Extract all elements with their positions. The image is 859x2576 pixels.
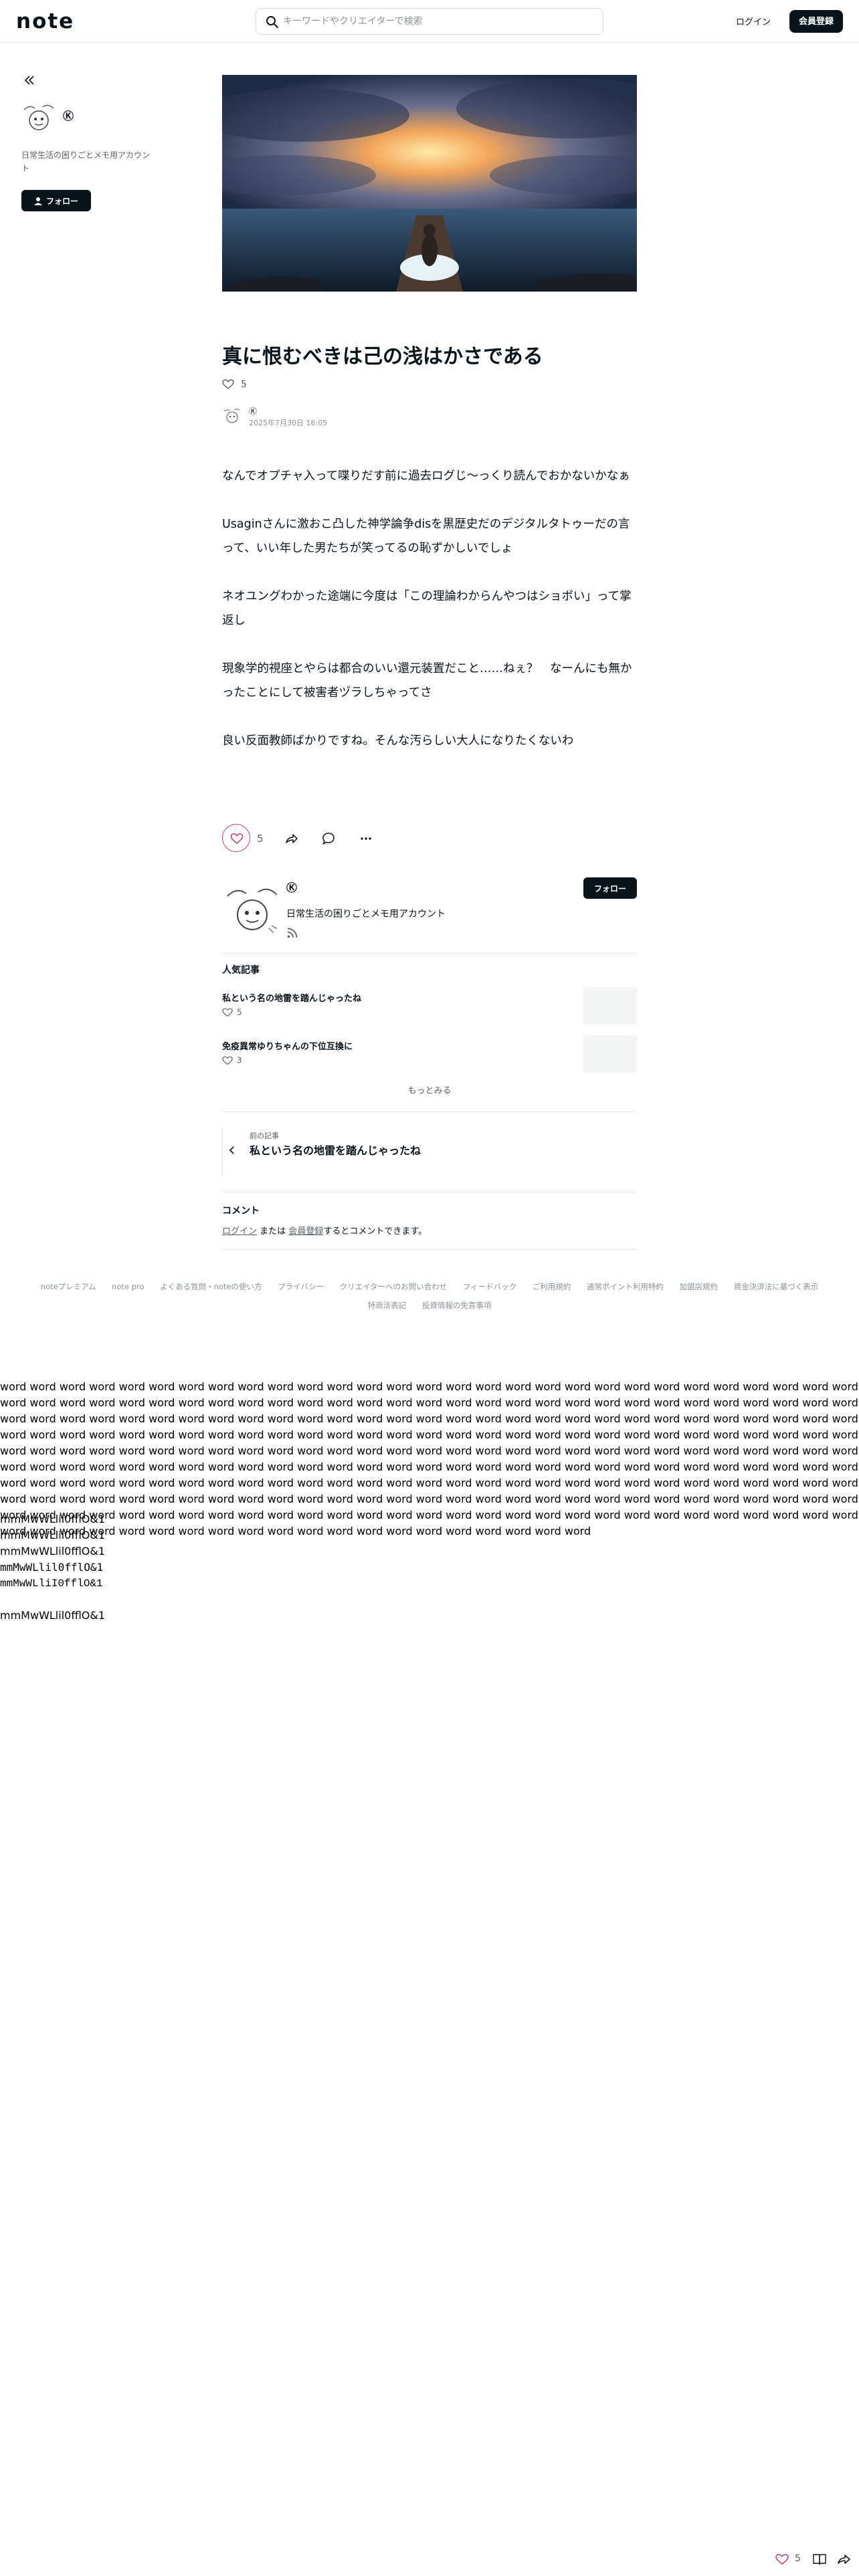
heart-icon (222, 1008, 233, 1016)
article-title: 真に恨むべきは己の浅はかさである (222, 345, 543, 368)
like-count: 5 (241, 379, 247, 390)
signup-button[interactable]: 会員登録 (789, 10, 843, 33)
divider (222, 1111, 637, 1112)
creator-card: Ⓚ 日常生活の困りごとメモ用アカウント フォロー (222, 876, 637, 954)
hero-image (222, 75, 637, 292)
footer-link[interactable]: 通常ポイント利用特約 (587, 1277, 664, 1296)
body-paragraph: 現象学的視座とやらは都合のいい還元装置だこと……ねぇ？ なーんにも無かったことに… (222, 662, 632, 700)
footer-link[interactable]: クリエイターへのお問い合わせ (340, 1277, 448, 1296)
popular-article[interactable]: 免疫異常ゆりちゃんの下位互換に 3 (222, 1035, 637, 1079)
creator-description: 日常生活の困りごとメモ用アカウント (21, 150, 151, 173)
body-paragraph: ネオユングわかった途端に今度は「この理論わからんやつはショボい」って掌返し (222, 590, 632, 627)
popular-article-thumbnail[interactable] (583, 1035, 637, 1073)
heart-icon[interactable] (222, 379, 234, 391)
comment-login-link[interactable]: ログイン (222, 1226, 257, 1237)
follow-button[interactable]: フォロー (583, 877, 637, 899)
popular-heading: 人気記事 (222, 965, 260, 976)
footer-link[interactable]: 投資情報の免責事項 (422, 1296, 492, 1315)
comment-signup-link[interactable]: 会員登録 (288, 1226, 323, 1237)
comment-login-note: ログイン または 会員登録するとコメントできます。 (222, 1226, 427, 1237)
author-name[interactable]: Ⓚ (249, 405, 257, 417)
footer-link[interactable]: フィードバック (463, 1277, 516, 1296)
book-icon[interactable] (812, 2553, 827, 2566)
divider (222, 1249, 637, 1250)
article-actions: 5 (222, 824, 637, 853)
prev-article-link[interactable]: 前の記事 私という名の地雷を踏んじゃったね (222, 1128, 430, 1176)
article-like-summary: 5 (222, 379, 247, 392)
like-button[interactable] (222, 824, 250, 852)
more-horizontal-icon[interactable] (359, 831, 373, 846)
glyph-line: mmMwWLlil0fflO&1 (0, 1529, 106, 1541)
body-paragraph: Usaginさんに激おこ凸した神学論争disを黒歴史だのデジタルタトゥーだの言っ… (222, 518, 630, 555)
body-paragraph: 良い反面教師ばかりですね。そんな汚らしい大人になりたくないわ (222, 734, 574, 748)
footer-link[interactable]: note pro (112, 1277, 144, 1296)
footer-link[interactable]: よくある質問・noteの使い方 (160, 1277, 262, 1296)
like-count: 5 (795, 2553, 801, 2564)
filler-glyph-lines: mmMwWLlil0fflO&1 mmMwWLlil0fflO&1 mmMwWL… (0, 1511, 105, 1624)
prev-article-title[interactable]: 私という名の地雷を踏んじゃったね (250, 1144, 423, 1158)
glyph-line: mmMwWLliI0fflO&1 (0, 1578, 103, 1590)
footer-link[interactable]: ご利用規約 (533, 1277, 571, 1296)
share-icon[interactable] (284, 831, 298, 846)
heart-icon (222, 1056, 233, 1065)
body-paragraph: なんでオプチャ入って喋りだす前に過去ログじ〜っくり読んでおかないかなぁ (222, 469, 630, 483)
popular-article-title[interactable]: 免疫異常ゆりちゃんの下位互換に (222, 1039, 353, 1052)
footer-link[interactable]: プライバシー (278, 1277, 324, 1296)
glyph-line: mmMwWLlil0fflO&1 (0, 1545, 106, 1558)
footer-links: noteプレミアム note pro よくある質問・noteの使い方 プライバシ… (13, 1277, 846, 1315)
login-link[interactable]: ログイン (736, 15, 771, 27)
rss-icon[interactable] (286, 927, 298, 939)
follow-label: フォロー (45, 196, 78, 206)
search-icon (266, 16, 278, 28)
comment-heading: コメント (222, 1206, 260, 1216)
follow-button[interactable]: フォロー (21, 190, 91, 211)
search-box[interactable] (256, 8, 603, 35)
footer-link[interactable]: 資金決済法に基づく表示 (734, 1277, 819, 1296)
heart-icon[interactable] (775, 2553, 789, 2565)
search-input[interactable] (283, 9, 597, 34)
filler-word-block: word word word word word word word word … (0, 1380, 858, 1537)
author-avatar[interactable] (222, 407, 242, 427)
popular-article-thumbnail[interactable] (583, 987, 637, 1025)
creator-name[interactable]: Ⓚ (286, 879, 297, 895)
glyph-line: mmMwWLlil0fflO&1 (0, 1513, 106, 1525)
like-count: 5 (257, 833, 264, 845)
glyph-line: mmMwWLlil0fflO&1 (0, 1609, 106, 1622)
glyph-line: mmMwWLlil0fflO&1 (0, 1561, 104, 1574)
popular-article-title[interactable]: 私という名の地雷を踏んじゃったね (222, 991, 361, 1004)
heart-icon (230, 833, 244, 845)
creator-avatar[interactable] (20, 100, 58, 138)
creator-name[interactable]: Ⓚ (63, 107, 74, 123)
popular-article-likes: 3 (222, 1055, 242, 1065)
publish-date: 2025年7月30日 16:05 (249, 419, 328, 427)
comment-icon[interactable] (321, 831, 336, 846)
prev-article-label: 前の記事 (250, 1132, 279, 1140)
popular-article-likes: 5 (222, 1007, 242, 1017)
creator-avatar[interactable] (222, 881, 282, 942)
site-header: note ログイン 会員登録 (0, 0, 859, 43)
person-add-icon (33, 197, 42, 206)
chevron-double-left-icon[interactable] (21, 72, 37, 88)
popular-article[interactable]: 私という名の地雷を踏んじゃったね 5 (222, 987, 637, 1031)
note-logo[interactable]: note (16, 9, 74, 33)
glyph-line (0, 1592, 105, 1608)
floating-action-bar: 5 (773, 2549, 854, 2569)
footer-link[interactable]: 特商法表記 (368, 1296, 407, 1315)
more-link[interactable]: もっとみる (222, 1083, 637, 1096)
footer-link[interactable]: 加盟店規約 (680, 1277, 719, 1296)
footer-link[interactable]: noteプレミアム (41, 1277, 96, 1296)
creator-description: 日常生活の困りごとメモ用アカウント (286, 909, 446, 920)
chevron-left-icon (229, 1146, 234, 1154)
share-icon[interactable] (836, 2553, 851, 2566)
article-body: なんでオプチャ入って喋りだす前に過去ログじ〜っくり読んでおかないかなぁ Usag… (222, 464, 637, 777)
